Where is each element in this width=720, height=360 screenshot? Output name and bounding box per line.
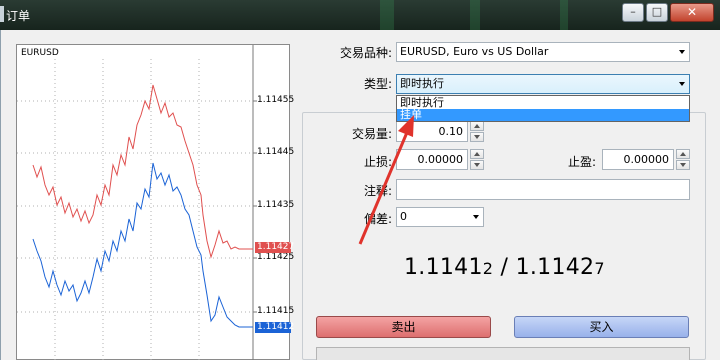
bottom-button-bar[interactable] [316,347,690,360]
chart-symbol-label: EURUSD [21,48,59,58]
maximize-icon: □ [651,5,663,18]
price-tick-label: 1.11445 [257,147,295,157]
symbol-select-value: EURUSD, Euro vs US Dollar [400,45,549,58]
take-profit-label: 止盈: [568,155,597,169]
price-tick-label: 1.11455 [257,95,295,105]
order-type-label: 类型: [364,77,393,91]
volume-label: 交易量: [352,127,393,141]
tick-chart-canvas [17,45,257,360]
stop-loss-stepper[interactable] [470,149,484,170]
title-bar[interactable]: 订单 – □ ✕ [0,0,720,30]
stepper-down-icon[interactable] [470,160,484,170]
deviation-select[interactable]: 0 [396,207,484,227]
bid-price-last-digit: 2 [482,259,494,278]
chevron-down-icon [679,50,685,54]
close-button[interactable]: ✕ [670,3,714,22]
window-title: 订单 [6,9,31,23]
ask-price-tag: 1.11427 [255,242,295,253]
stepper-up-icon[interactable] [470,149,484,159]
window-icon [0,6,4,22]
order-type-select[interactable]: 即时执行 [396,74,690,94]
close-icon: ✕ [686,5,698,19]
volume-input[interactable]: 0.10 [396,121,468,142]
bid-price-line [32,162,253,328]
dropdown-item-instant-execution[interactable]: 即时执行 [397,97,689,109]
ask-price-line [32,84,253,259]
buy-button[interactable]: 买入 [514,316,689,338]
deviation-label: 偏差: [364,212,393,226]
bid-price-tag: 1.11412 [255,322,295,333]
order-type-dropdown-list[interactable]: 即时执行 挂单 [396,95,690,122]
price-tick-label: 1.11425 [257,252,295,262]
deviation-select-value: 0 [400,210,407,223]
maximize-button[interactable]: □ [646,3,668,22]
stepper-down-icon[interactable] [470,132,484,142]
take-profit-input[interactable]: 0.00000 [602,149,674,170]
price-tick-label: 1.11435 [257,200,295,210]
chevron-down-icon [679,82,685,86]
minimize-icon: – [630,5,636,18]
order-type-select-value: 即时执行 [400,77,444,90]
stop-loss-label: 止损: [364,155,393,169]
bid-ask-quote: 1.11412 / 1.11427 [404,255,605,280]
ask-price-main: 1.1142 [515,255,595,280]
comment-input[interactable] [396,179,690,200]
minimize-button[interactable]: – [622,3,644,22]
symbol-select[interactable]: EURUSD, Euro vs US Dollar [396,42,690,62]
tick-chart: EURUSD 1.11455 1.11445 1.11435 1.11425 1… [16,44,295,360]
dropdown-item-pending-order[interactable]: 挂单 [397,109,689,121]
background-decoration [470,0,480,30]
bid-price-main: 1.1141 [404,255,483,280]
stop-loss-input[interactable]: 0.00000 [396,149,468,170]
symbol-label: 交易品种: [340,46,393,60]
comment-label: 注释: [364,184,393,198]
price-tick-label: 1.11415 [257,306,295,316]
volume-stepper[interactable] [470,121,484,142]
background-decoration [560,0,568,30]
stepper-up-icon[interactable] [470,121,484,131]
quote-separator: / [493,255,516,280]
stepper-down-icon[interactable] [676,160,690,170]
take-profit-stepper[interactable] [676,149,690,170]
sell-button[interactable]: 卖出 [316,316,491,338]
chevron-down-icon [473,215,479,219]
ask-price-last-digit: 7 [594,259,605,278]
stepper-up-icon[interactable] [676,149,690,159]
background-decoration [380,0,394,30]
